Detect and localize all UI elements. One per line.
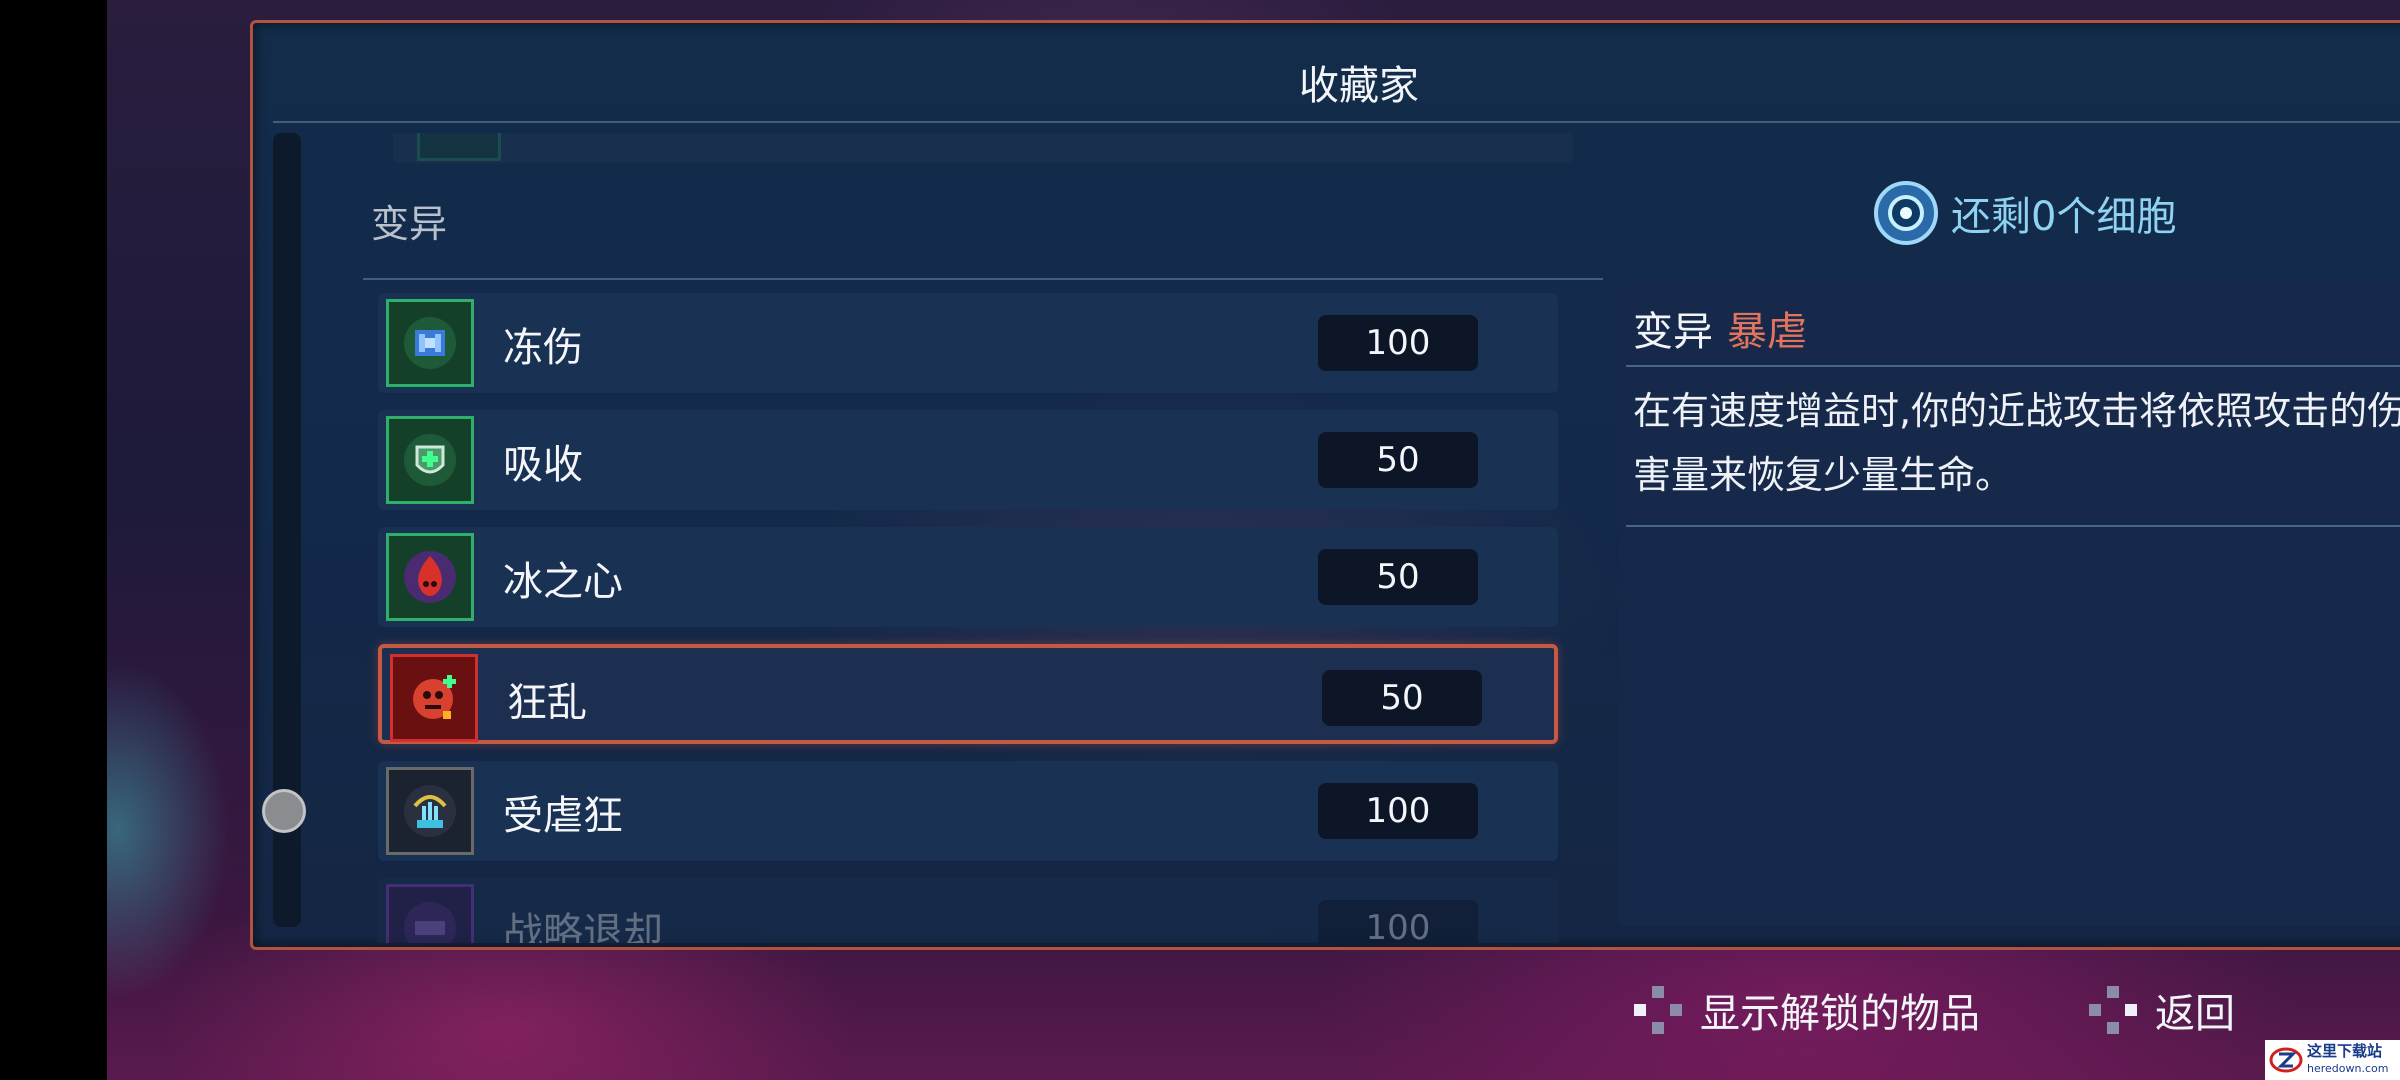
list-item-tactical-retreat[interactable]: 战略退却 100 bbox=[378, 878, 1558, 943]
item-list: 变异 冻伤 100 吸收 50 冰之心 50 狂乱 50 受虐狂 100 战略退… bbox=[363, 133, 1698, 943]
cell-icon bbox=[1874, 181, 1938, 245]
masochist-icon bbox=[386, 767, 474, 855]
item-name: 受虐狂 bbox=[503, 793, 623, 839]
watermark-logo-icon bbox=[2269, 1047, 2303, 1073]
panel-title: 收藏家 bbox=[1299, 63, 1419, 109]
cells-remaining: 还剩0个细胞 bbox=[1873, 173, 2176, 253]
list-item-partial bbox=[393, 133, 1573, 163]
frostbite-icon bbox=[386, 299, 474, 387]
list-item-ice-heart[interactable]: 冰之心 50 bbox=[378, 527, 1558, 627]
section-divider bbox=[363, 278, 1603, 280]
watermark: 这里下载站 heredown.com bbox=[2265, 1040, 2400, 1080]
item-name: 战略退却 bbox=[503, 910, 663, 943]
collector-panel: 收藏家 变异 冻伤 100 吸收 50 冰之心 50 狂乱 50 受虐狂 100… bbox=[250, 20, 2400, 950]
list-item-frostbite[interactable]: 冻伤 100 bbox=[378, 293, 1558, 393]
item-name: 吸收 bbox=[503, 442, 583, 488]
item-cost: 100 bbox=[1318, 783, 1478, 839]
dpad-icon bbox=[2089, 986, 2137, 1034]
detail-category: 变异 bbox=[1633, 309, 1713, 355]
scrollbar-thumb[interactable] bbox=[262, 789, 306, 833]
detail-header: 变异 暴虐 bbox=[1633, 299, 1807, 357]
tactical-retreat-icon bbox=[386, 884, 474, 943]
detail-divider bbox=[1626, 365, 2400, 367]
show-unlocked-button[interactable]: 显示解锁的物品 bbox=[1630, 980, 1980, 1040]
dpad-icon bbox=[1634, 986, 1682, 1034]
list-item-frenzy[interactable]: 狂乱 50 bbox=[378, 644, 1558, 744]
item-name: 冻伤 bbox=[503, 325, 583, 371]
item-name: 狂乱 bbox=[507, 680, 587, 726]
detail-divider bbox=[1626, 525, 2400, 527]
absorption-icon bbox=[386, 416, 474, 504]
item-cost: 50 bbox=[1318, 432, 1478, 488]
watermark-url: heredown.com bbox=[2307, 1062, 2389, 1075]
cells-remaining-text: 还剩0个细胞 bbox=[1951, 194, 2177, 240]
item-name: 冰之心 bbox=[503, 559, 623, 605]
game-background: 收藏家 变异 冻伤 100 吸收 50 冰之心 50 狂乱 50 受虐狂 100… bbox=[107, 0, 2400, 1080]
watermark-text: 这里下载站 bbox=[2307, 1042, 2383, 1060]
detail-name: 暴虐 bbox=[1727, 309, 1807, 355]
list-item-masochist[interactable]: 受虐狂 100 bbox=[378, 761, 1558, 861]
frenzy-icon bbox=[390, 654, 478, 742]
section-label: 变异 bbox=[371, 202, 448, 246]
back-button[interactable]: 返回 bbox=[2085, 980, 2235, 1040]
ice-heart-icon bbox=[386, 533, 474, 621]
detail-panel: 变异 暴虐 在有速度增益时,你的近战攻击将依照攻击的伤害量来恢复少量生命。 bbox=[1618, 281, 2400, 926]
back-label: 返回 bbox=[2155, 991, 2235, 1037]
title-divider bbox=[273, 121, 2400, 123]
item-cost: 50 bbox=[1318, 549, 1478, 605]
item-cost: 100 bbox=[1318, 315, 1478, 371]
item-cost: 100 bbox=[1318, 900, 1478, 943]
list-item-absorption[interactable]: 吸收 50 bbox=[378, 410, 1558, 510]
detail-description: 在有速度增益时,你的近战攻击将依照攻击的伤害量来恢复少量生命。 bbox=[1633, 389, 2400, 497]
show-unlocked-label: 显示解锁的物品 bbox=[1700, 991, 1980, 1037]
item-cost: 50 bbox=[1322, 670, 1482, 726]
